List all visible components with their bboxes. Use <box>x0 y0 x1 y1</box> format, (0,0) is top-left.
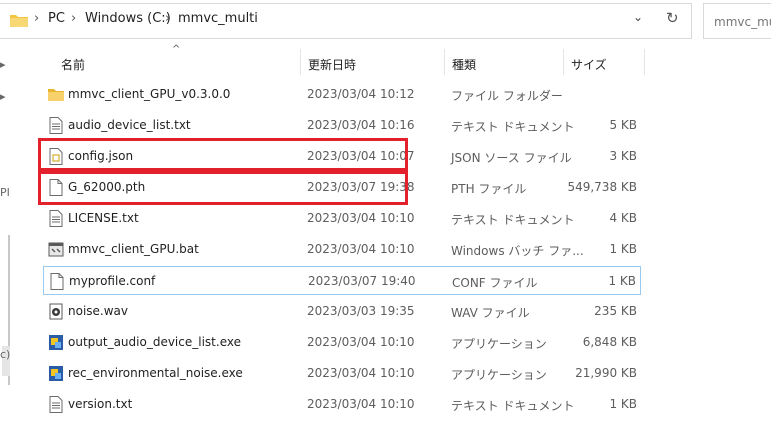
file-row[interactable]: version.txt 2023/03/04 10:10 テキスト ドキュメント… <box>43 390 641 419</box>
file-type: ファイル フォルダー <box>451 89 563 103</box>
column-divider[interactable] <box>644 49 645 75</box>
file-type: CONF ファイル <box>452 276 538 290</box>
file-type: アプリケーション <box>451 368 547 382</box>
file-row-folder[interactable]: mmvc_client_GPU_v0.3.0.0 2023/03/04 10:1… <box>43 80 641 109</box>
file-size: 1 KB <box>609 397 637 411</box>
file-name: myprofile.conf <box>69 274 156 288</box>
pin-icon: ▸ <box>0 58 6 71</box>
highlight-box-config <box>38 138 408 171</box>
navigation-pane[interactable]: ▸ ▸ PI c) <box>0 40 10 434</box>
file-size: 5 KB <box>609 118 637 132</box>
file-row[interactable]: audio_device_list.txt 2023/03/04 10:16 テ… <box>43 111 641 140</box>
file-type: テキスト ドキュメント <box>451 399 575 413</box>
file-type: テキスト ドキュメント <box>451 120 575 134</box>
file-size: 235 KB <box>594 304 637 318</box>
file-date: 2023/03/04 10:12 <box>307 87 415 101</box>
file-type: WAV ファイル <box>451 306 530 320</box>
column-header-date[interactable]: 更新日時 <box>308 56 356 73</box>
file-size: 4 KB <box>609 211 637 225</box>
column-header-name[interactable]: 名前 <box>61 56 85 73</box>
text-file-icon <box>49 210 63 227</box>
column-divider[interactable] <box>563 49 564 75</box>
breadcrumb-current-folder[interactable]: mmvc_multi <box>178 11 258 26</box>
file-row[interactable]: rec_environmental_noise.exe 2023/03/04 1… <box>43 359 641 388</box>
nav-item-fragment[interactable]: PI <box>0 186 10 199</box>
file-date: 2023/03/04 10:10 <box>307 397 415 411</box>
audio-file-icon <box>49 303 63 320</box>
file-name: mmvc_client_GPU_v0.3.0.0 <box>68 87 231 101</box>
search-input[interactable]: mmvc_multi <box>703 3 771 39</box>
column-divider[interactable] <box>300 49 301 75</box>
column-header-type[interactable]: 種類 <box>452 56 476 73</box>
folder-icon <box>10 15 28 27</box>
file-size: 3 KB <box>609 149 637 163</box>
column-divider[interactable] <box>444 49 445 75</box>
chevron-right-icon[interactable]: › <box>71 11 76 26</box>
batch-file-icon <box>48 242 64 257</box>
file-name: audio_device_list.txt <box>68 118 191 132</box>
file-name: LICENSE.txt <box>68 211 139 225</box>
file-date: 2023/03/04 10:10 <box>307 335 415 349</box>
file-row[interactable]: mmvc_client_GPU.bat 2023/03/04 10:10 Win… <box>43 235 641 264</box>
file-date: 2023/03/04 10:10 <box>307 366 415 380</box>
file-name: rec_environmental_noise.exe <box>68 366 243 380</box>
file-type: アプリケーション <box>451 337 547 351</box>
text-file-icon <box>49 396 63 413</box>
file-size: 549,738 KB <box>567 180 637 194</box>
breadcrumb-pc[interactable]: PC <box>48 11 65 26</box>
column-header-size[interactable]: サイズ <box>571 56 607 73</box>
file-size: 1 KB <box>609 242 637 256</box>
file-name: version.txt <box>68 397 133 411</box>
file-size: 6,848 KB <box>582 335 637 349</box>
folder-icon <box>48 89 64 101</box>
file-type: Windows バッチ ファ... <box>451 244 584 258</box>
file-date: 2023/03/04 10:10 <box>307 211 415 225</box>
pin-icon: ▸ <box>0 90 6 103</box>
file-date: 2023/03/07 19:40 <box>308 274 416 288</box>
file-row[interactable]: output_audio_device_list.exe 2023/03/04 … <box>43 328 641 357</box>
text-file-icon <box>49 117 63 134</box>
file-name: mmvc_client_GPU.bat <box>68 242 199 256</box>
file-name: output_audio_device_list.exe <box>68 335 241 349</box>
chevron-right-icon: › <box>34 11 40 26</box>
file-type: JSON ソース ファイル <box>451 151 572 165</box>
search-placeholder: mmvc_multi <box>714 15 771 29</box>
file-date: 2023/03/04 10:10 <box>307 242 415 256</box>
file-row[interactable]: noise.wav 2023/03/03 19:35 WAV ファイル 235 … <box>43 297 641 326</box>
chevron-right-icon[interactable]: › <box>165 11 170 26</box>
exe-file-icon <box>49 335 63 350</box>
file-size: 1 KB <box>608 274 636 288</box>
file-type: PTH ファイル <box>451 182 527 196</box>
file-date: 2023/03/03 19:35 <box>307 304 415 318</box>
sort-up-icon: ^ <box>172 44 181 55</box>
file-type: テキスト ドキュメント <box>451 213 575 227</box>
file-row-focused[interactable]: myprofile.conf 2023/03/07 19:40 CONF ファイ… <box>43 266 641 295</box>
file-size: 21,990 KB <box>575 366 637 380</box>
chevron-down-icon[interactable]: ⌄ <box>633 10 643 24</box>
file-row[interactable]: LICENSE.txt 2023/03/04 10:10 テキスト ドキュメント… <box>43 204 641 233</box>
file-date: 2023/03/04 10:16 <box>307 118 415 132</box>
file-name: noise.wav <box>68 304 128 318</box>
blank-file-icon <box>50 273 64 290</box>
nav-item-fragment[interactable]: c) <box>0 348 10 361</box>
exe-file-icon <box>49 366 63 381</box>
refresh-icon[interactable]: ↻ <box>666 9 679 27</box>
breadcrumb-drive[interactable]: Windows (C:) <box>85 11 171 26</box>
highlight-box-pth <box>38 171 408 205</box>
